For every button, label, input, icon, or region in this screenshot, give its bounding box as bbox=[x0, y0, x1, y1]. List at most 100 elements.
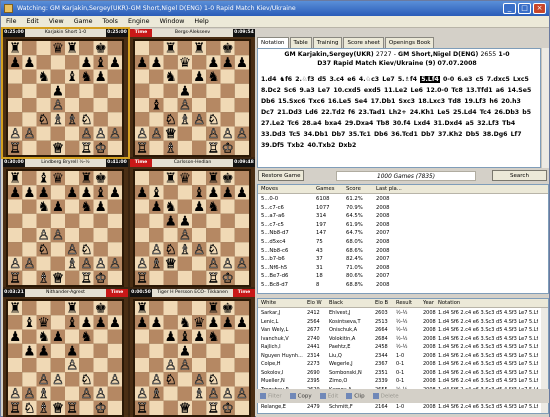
chess-piece: ♟ bbox=[150, 315, 162, 331]
games-header-cell[interactable]: Year bbox=[423, 299, 434, 308]
board-square bbox=[79, 41, 94, 56]
clip-button[interactable]: Clip bbox=[346, 392, 365, 399]
board-square bbox=[149, 171, 164, 186]
menu-view[interactable]: View bbox=[44, 16, 69, 27]
board-header: 0:25:00 Karjakin Short 1-0 0:25:00 bbox=[3, 29, 128, 37]
game-row[interactable]: Ivanchuk,V 2740 Volokitin,A 2684 ½-½ 2008 1.d4… bbox=[258, 335, 540, 344]
board-panel[interactable]: 0:25:00 Karjakin Short 1-0 0:25:00 ♜ ♛ ♜ ♚ ♟ ♟ ♟ ♝… bbox=[1, 27, 130, 159]
menu-edit[interactable]: Edit bbox=[22, 16, 44, 27]
menu-file[interactable]: File bbox=[1, 16, 22, 27]
chess-piece: ♗ bbox=[179, 242, 191, 258]
board-square bbox=[79, 213, 94, 228]
restore-game-button[interactable]: Restore Game bbox=[258, 170, 304, 181]
chess-board[interactable]: ♜ ♜ ♚ ♝ ♛ ♝ ♟ ♟ ♟ ♟ ♞ ♟ ♞ ♟ ♟ ♟ ♙ ♙ ♙ ♘ ♙ ♙ ♙ ♗ ♙ ♙ ♖ ♘ ♗ ♕ ♖ ♔ bbox=[6, 299, 124, 417]
board-panel[interactable]: 0:00:50 Tiger H Persson ECO- Tikkanen Time… bbox=[130, 289, 255, 417]
board-square bbox=[149, 343, 164, 358]
menu-game[interactable]: Game bbox=[69, 16, 98, 27]
tree-cell: 5...a7-a6 bbox=[261, 213, 285, 220]
tab-table[interactable]: Table bbox=[289, 37, 312, 48]
board-square bbox=[22, 242, 37, 257]
games-header-cell[interactable]: Elo W bbox=[307, 299, 322, 308]
games-header-cell[interactable]: Notation bbox=[438, 299, 460, 308]
minimize-icon[interactable]: _ bbox=[503, 3, 516, 14]
board-panel[interactable]: Time Carlsson-Hedlan 0:09:48 ♜ ♛ ♜ ♚ ♟ ♝ ♝ ♟ ♟ ♟ ♟ ♞ ♟ ♞… bbox=[130, 159, 255, 287]
game-row[interactable]: Relange,E 2479 Schmitt,F 2164 1-0 2008 1.d4 Sf… bbox=[258, 403, 540, 412]
delete-button[interactable]: Delete bbox=[372, 392, 399, 399]
board-square bbox=[65, 329, 80, 344]
board-square bbox=[192, 55, 207, 70]
board-square bbox=[135, 213, 150, 228]
board-square bbox=[50, 301, 65, 316]
board-square bbox=[234, 270, 249, 285]
notation-scrollbar[interactable] bbox=[541, 48, 549, 168]
close-icon[interactable]: × bbox=[533, 3, 546, 14]
chess-piece: ♟ bbox=[236, 185, 248, 201]
board-square bbox=[206, 98, 221, 113]
tree-header-cell[interactable]: Last pla... bbox=[376, 185, 402, 194]
copy-button[interactable]: Copy bbox=[289, 392, 312, 399]
game-cell: Wegerle,J bbox=[329, 361, 353, 367]
current-move[interactable]: 5.Lf4 bbox=[420, 76, 440, 83]
maximize-icon[interactable]: □ bbox=[518, 3, 531, 14]
chess-board[interactable]: ♜ ♝ ♛ ♜ ♚ ♟ ♟ ♟ ♟ ♟ ♝ ♟ ♞ ♟ ♞ ♟ ♙ ♙ ♘ ♙ ♘ ♙ ♙ ♗ ♙ ♙ ♙ ♖ ♗ ♕ ♖ ♔ bbox=[6, 169, 124, 287]
menu-window[interactable]: Window bbox=[155, 16, 190, 27]
chess-board[interactable]: ♜ ♛ ♜ ♚ ♟ ♟ ♟ ♝ ♟ ♞ ♝ ♞ ♟ ♟ ♙ ♘ ♗ ♗ ♘ ♙ ♙ ♙ ♙ ♙ ♖ ♕ ♖ ♔ bbox=[6, 39, 124, 157]
notation-panel[interactable]: GM Karjakin,Sergey(UKR) 2727 - GM Short,… bbox=[257, 48, 541, 168]
game-row[interactable]: Sokolov,I 2690 Sombonski,N 2351 0-1 2008 1.d4 … bbox=[258, 369, 540, 378]
menu-engine[interactable]: Engine bbox=[123, 16, 155, 27]
tree-header-cell[interactable]: Moves bbox=[261, 185, 278, 194]
tab-openings-book[interactable]: Openings Book bbox=[384, 37, 435, 48]
board-square bbox=[22, 69, 37, 84]
game-row[interactable]: Van Wely,L 2677 Onischuk,A 2664 ½-½ 2008 1.d4 … bbox=[258, 326, 540, 335]
games-header-cell[interactable]: Black bbox=[329, 299, 343, 308]
chess-board[interactable]: ♜ ♛ ♜ ♚ ♟ ♝ ♝ ♟ ♟ ♟ ♟ ♞ ♟ ♞ ♟ ♟ ♙ ♙ ♘ ♗ ♙ ♘ ♙ ♗ ♕ ♙ ♙ ♙ ♖ ♖ ♔ bbox=[133, 169, 251, 287]
game-row[interactable]: Mueller,N 2395 Zimo,O 2339 0-1 2008 1.d4 Sf6 2… bbox=[258, 377, 540, 386]
tree-header-cell[interactable]: Score bbox=[346, 185, 361, 194]
board-square bbox=[177, 199, 192, 214]
game-row[interactable]: Lenic,L 2564 Kosintseva,T 2513 ½-½ 2008 1.d4 S… bbox=[258, 318, 540, 327]
tab-score-sheet[interactable]: Score sheet bbox=[343, 37, 384, 48]
board-square bbox=[149, 270, 164, 285]
edit-button[interactable]: Edit bbox=[319, 392, 338, 399]
board-square bbox=[177, 386, 192, 401]
chess-board[interactable]: ♜ ♜ ♚ ♟ ♟ ♛ ♟ ♟ ♟ ♞ ♟ ♞ ♟ ♝ ♙ ♘ ♗ ♙ ♘ ♙ ♙ ♕ ♙ ♙ ♙ ♖ ♗ ♖ ♔ bbox=[133, 39, 251, 157]
tree-cell: 5...Nb8-d7 bbox=[261, 230, 289, 237]
chess-piece: ♕ bbox=[52, 140, 64, 155]
board-square bbox=[22, 140, 37, 155]
board-panel[interactable]: 0:30:00 Lindberg Bryrell ½-½ 0:41:00 ♜ ♝ ♛ ♜ ♚ ♟… bbox=[3, 159, 128, 287]
search-button[interactable]: Search bbox=[492, 170, 547, 181]
board-square bbox=[234, 358, 249, 373]
board-panel[interactable]: 0:03:21 Nithander-Agrest Time ♜ ♜ ♚ ♝ ♛ ♝ ♟ ♟ ♟ ♟ ♞ ♟ ♞… bbox=[3, 289, 128, 417]
game-row[interactable]: Colpe,H 2273 Wegerle,J 2367 0-1 2008 1.d4 Sf6 … bbox=[258, 360, 540, 369]
filter-button[interactable]: Filter bbox=[260, 392, 282, 399]
menu-tools[interactable]: Tools bbox=[97, 16, 123, 27]
chess-piece: ♛ bbox=[179, 55, 191, 71]
board-square bbox=[22, 199, 37, 214]
board-title: Lindberg Bryrell ½-½ bbox=[25, 159, 106, 167]
delete-icon bbox=[372, 392, 379, 399]
move-list[interactable]: 1.d4 ♞f6 2.♘f3 d5 3.c4 e6 4.♘c3 Le7 5.♗f… bbox=[261, 74, 537, 151]
game-cell: 2441 bbox=[307, 344, 320, 350]
white-player: GM Karjakin,Sergey(UKR) bbox=[284, 51, 374, 58]
board-square bbox=[8, 112, 23, 127]
game-cell: ½-½ bbox=[396, 344, 408, 350]
tree-header-cell[interactable]: Games bbox=[316, 185, 335, 194]
chess-piece: ♕ bbox=[52, 270, 64, 285]
chess-board[interactable]: ♜ ♜ ♚ ♟ ♟ ♞ ♛ ♟ ♟ ♟ ♟ ♝ ♟ ♞ ♟ ♙ ♙ ♙ ♘ ♙ ♘ ♙ ♗ ♗ ♙ ♙ ♙ ♖ ♕ ♖ ♔ bbox=[133, 299, 251, 417]
game-row[interactable]: Sarkar,J 2412 Ehlvest,J 2603 ½-½ 2008 1.d4 Sf6… bbox=[258, 309, 540, 318]
board-square bbox=[107, 400, 122, 415]
games-header-cell[interactable]: Elo B bbox=[375, 299, 388, 308]
board-square bbox=[107, 171, 122, 186]
game-row[interactable]: Rajlich,I 2441 Paehtz,E 2458 ½-½ 2008 1.d4 Sf6… bbox=[258, 343, 540, 352]
menu-help[interactable]: Help bbox=[189, 16, 213, 27]
tab-training[interactable]: Training bbox=[312, 37, 343, 48]
game-cell: Nguyen Huynh... bbox=[261, 352, 303, 359]
tab-notation[interactable]: Notation bbox=[257, 37, 289, 48]
board-panel[interactable]: Time Bergs-Alekseev 0:09:54 ♜ ♜ ♚ ♟ ♟ ♛ ♟ ♟ ♟ ♞ ♟ ♞ ♟ ♝ ♙… bbox=[130, 29, 255, 157]
board-square bbox=[107, 69, 122, 84]
chess-piece: ♖ bbox=[9, 140, 21, 155]
game-row[interactable]: Nguyen Huynh... 2314 Liu,Q 2344 1-0 2008 1.d4 … bbox=[258, 352, 540, 361]
games-header-cell[interactable]: White bbox=[261, 299, 276, 308]
games-header-cell[interactable]: Result bbox=[396, 299, 412, 308]
tree-cell: 64.5% bbox=[346, 213, 363, 220]
